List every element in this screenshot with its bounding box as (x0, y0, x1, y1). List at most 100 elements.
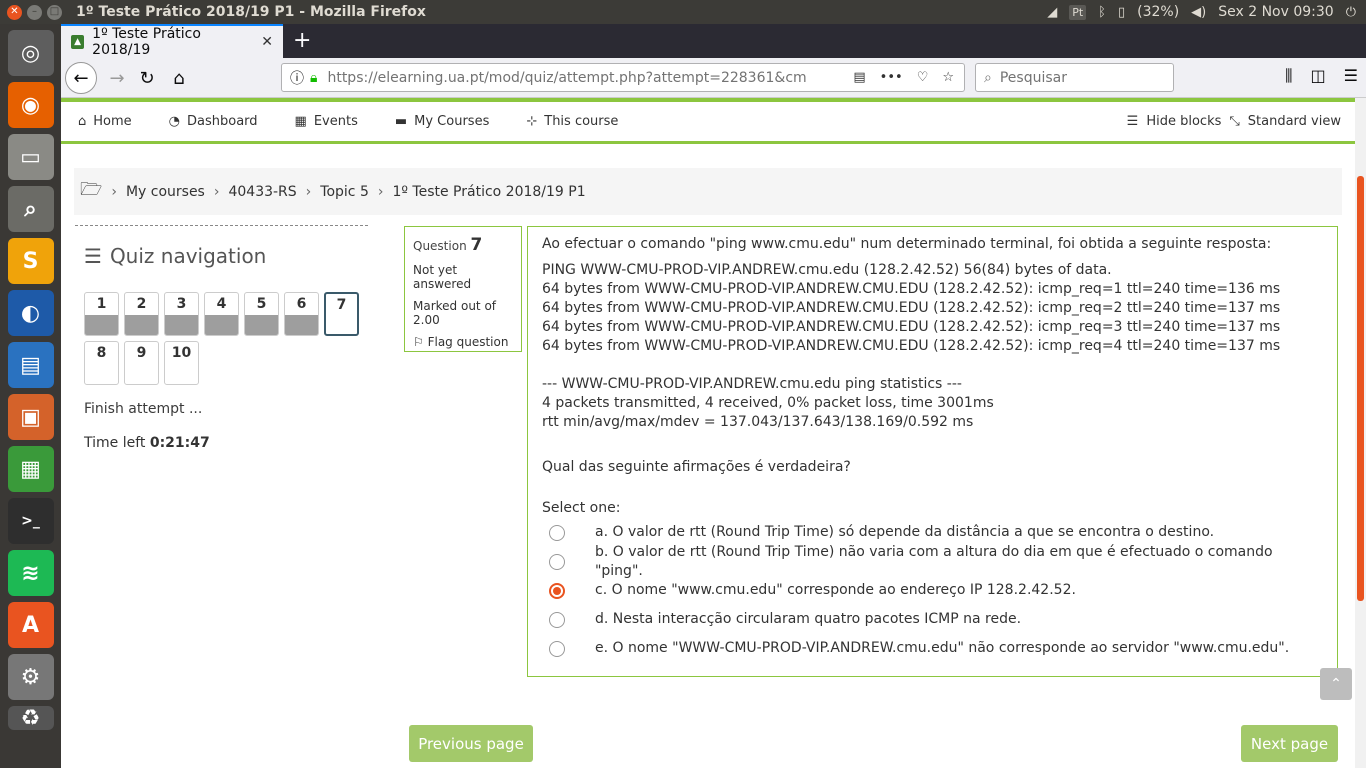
page-scrollbar[interactable] (1355, 98, 1366, 768)
new-tab-button[interactable]: + (293, 28, 311, 53)
bookmark-star-icon[interactable]: ☆ (942, 70, 954, 85)
sublime-text-icon[interactable]: S (7, 238, 54, 284)
nav-dashboard[interactable]: ◔ Dashboard (169, 114, 258, 129)
question-number: 7 (470, 235, 483, 255)
question-nav-button[interactable]: 2 (124, 292, 159, 336)
ping-output-line: 64 bytes from WWW-CMU-PROD-VIP.ANDREW.CM… (542, 338, 1281, 354)
question-nav-button[interactable]: 8 (84, 341, 119, 385)
tab-close-icon[interactable]: ✕ (261, 34, 273, 50)
info-icon[interactable]: ⓘ (290, 68, 304, 88)
ubuntu-dash-icon[interactable]: ◎ (7, 30, 54, 76)
window-maximize-button[interactable]: □ (47, 4, 62, 20)
window-close-button[interactable]: ✕ (7, 4, 22, 20)
radio-button[interactable] (549, 611, 565, 628)
spotify-icon[interactable]: ≋ (7, 550, 54, 596)
next-page-button[interactable]: Next page (1241, 725, 1338, 762)
breadcrumb-separator: › (213, 183, 220, 200)
question-status: Not yet answered (413, 263, 472, 291)
answer-option[interactable]: b. O valor de rtt (Round Trip Time) não … (542, 544, 1323, 579)
calc-icon[interactable]: ▦ (7, 446, 54, 492)
tab-active[interactable]: ▲ 1º Teste Prático 2018/19 ✕ (61, 24, 283, 58)
forward-button[interactable]: → (101, 62, 133, 94)
network-app-icon[interactable]: ◐ (7, 290, 54, 336)
time-left-label: Time left (84, 435, 146, 451)
settings-icon[interactable]: ⚙ (7, 654, 54, 700)
battery-icon[interactable]: ▯ (1118, 5, 1125, 20)
menu-icon[interactable]: ☰ (1344, 66, 1358, 86)
breadcrumb-quiz[interactable]: 1º Teste Prático 2018/19 P1 (392, 184, 585, 200)
home-button[interactable]: ⌂ (163, 62, 195, 94)
site-navbar: ⌂ Home ◔ Dashboard ▦ Events ▬ My Courses… (61, 98, 1355, 144)
breadcrumb-course[interactable]: 40433-RS (228, 184, 296, 200)
back-button[interactable]: ← (65, 62, 97, 94)
files-icon[interactable]: ▭ (7, 134, 54, 180)
window-controls: ✕ – □ (7, 4, 62, 20)
finish-attempt-link[interactable]: Finish attempt ... (84, 401, 368, 417)
radio-button[interactable] (549, 553, 565, 570)
answer-option[interactable]: e. O nome "WWW-CMU-PROD-VIP.ANDREW.cmu.e… (542, 634, 1323, 663)
hamburger-icon[interactable]: ☰ (84, 244, 102, 268)
standard-view-link[interactable]: Standard view (1248, 114, 1341, 129)
page-actions-icon[interactable]: ••• (880, 70, 903, 85)
search-input[interactable]: ⌕ Pesquisar (975, 63, 1174, 92)
terminal-icon[interactable]: >_ (7, 498, 54, 544)
nav-home[interactable]: ⌂ Home (78, 114, 132, 129)
ping-statistics: --- WWW-CMU-PROD-VIP.ANDREW.cmu.edu ping… (542, 375, 1323, 432)
lock-icon[interactable]: 🔒︎ (310, 70, 317, 86)
flag-question-link[interactable]: ⚐ Flag question (413, 335, 513, 349)
breadcrumb-my-courses[interactable]: My courses (126, 184, 205, 200)
question-nav-button[interactable]: 6 (284, 292, 319, 336)
software-center-icon[interactable]: A (7, 602, 54, 648)
firefox-icon[interactable]: ◉ (7, 82, 54, 128)
search-icon[interactable]: ⌕ (7, 186, 54, 232)
scrollbar-thumb[interactable] (1357, 176, 1364, 601)
nav-this-course[interactable]: ⊹ This course (526, 114, 618, 129)
radio-selected[interactable] (549, 582, 565, 599)
trash-icon[interactable]: ♻ (7, 706, 54, 731)
question-nav-button[interactable]: 10 (164, 341, 199, 385)
back-to-top-button[interactable]: ⌃ (1320, 668, 1352, 700)
url-bar[interactable]: ⓘ 🔒︎ https://elearning.ua.pt/mod/quiz/at… (281, 63, 965, 92)
answer-option[interactable]: d. Nesta interacção circularam quatro pa… (542, 605, 1323, 634)
radio-button[interactable] (549, 640, 565, 657)
reload-button[interactable]: ↻ (131, 62, 163, 94)
question-nav-button[interactable]: 9 (124, 341, 159, 385)
power-icon[interactable]: ⏻ (1346, 5, 1356, 20)
question-nav-button[interactable]: 5 (244, 292, 279, 336)
question-nav-button[interactable]: 7 (324, 292, 359, 336)
impress-icon[interactable]: ▣ (7, 394, 54, 440)
breadcrumb-topic[interactable]: Topic 5 (320, 184, 369, 200)
question-nav-button[interactable]: 1 (84, 292, 119, 336)
ping-stats-line: --- WWW-CMU-PROD-VIP.ANDREW.cmu.edu ping… (542, 376, 962, 392)
library-icon[interactable]: ⫼ (1285, 66, 1292, 86)
ping-output-line: 64 bytes from WWW-CMU-PROD-VIP.ANDREW.CM… (542, 319, 1281, 335)
volume-icon[interactable]: ◀) (1191, 5, 1206, 20)
window-minimize-button[interactable]: – (27, 4, 42, 20)
url-text[interactable]: https://elearning.ua.pt/mod/quiz/attempt… (327, 70, 807, 86)
answer-option-label: d. Nesta interacção circularam quatro pa… (595, 611, 1022, 627)
hide-blocks-link[interactable]: Hide blocks (1146, 114, 1221, 129)
reader-view-icon[interactable]: ▤ (853, 70, 865, 85)
answer-options: a. O valor de rtt (Round Trip Time) só d… (542, 518, 1323, 663)
wifi-icon[interactable]: ◢ (1047, 5, 1057, 20)
folder-open-icon[interactable]: 🗁︎ (80, 177, 102, 207)
keyboard-layout-indicator[interactable]: Pt (1069, 4, 1087, 20)
writer-icon[interactable]: ▤ (7, 342, 54, 388)
ubuntu-launcher: ◎ ◉ ▭ ⌕ S ◐ ▤ ▣ ▦ >_ ≋ A ⚙ ♻ (0, 24, 61, 768)
pocket-icon[interactable]: ♡ (917, 70, 929, 85)
question-prompt: Qual das seguinte afirmações é verdadeir… (542, 459, 851, 475)
bluetooth-icon[interactable]: ᛒ (1098, 5, 1106, 20)
clock[interactable]: Sex 2 Nov 09:30 (1218, 4, 1333, 20)
previous-page-button[interactable]: Previous page (409, 725, 533, 762)
sidebar-icon[interactable]: ◫ (1311, 66, 1326, 86)
web-page: ⌂ Home ◔ Dashboard ▦ Events ▬ My Courses… (61, 98, 1355, 768)
nav-my-courses[interactable]: ▬ My Courses (395, 114, 490, 129)
question-intro: Ao efectuar o comando "ping www.cmu.edu"… (542, 236, 1272, 252)
nav-events[interactable]: ▦ Events (295, 114, 358, 129)
ping-output-line: 64 bytes from WWW-CMU-PROD-VIP.ANDREW.CM… (542, 281, 1281, 297)
question-nav-button[interactable]: 4 (204, 292, 239, 336)
question-nav-button[interactable]: 3 (164, 292, 199, 336)
navigation-toolbar: ← → ↻ ⌂ ⓘ 🔒︎ https://elearning.ua.pt/mod… (61, 58, 1366, 98)
radio-button[interactable] (549, 524, 565, 541)
battery-percent[interactable]: (32%) (1137, 4, 1179, 20)
